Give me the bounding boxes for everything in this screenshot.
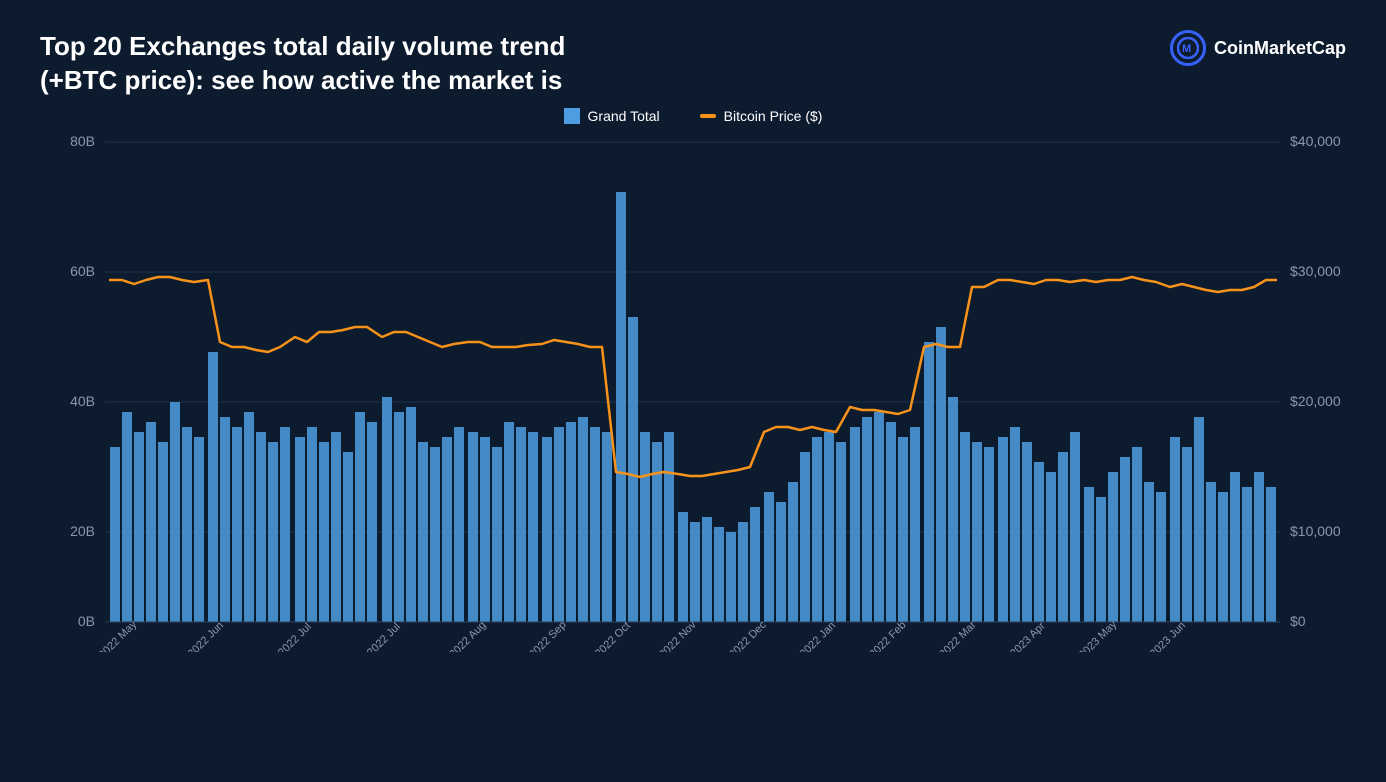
svg-text:2022 Jan: 2022 Jan — [798, 619, 838, 651]
svg-text:0B: 0B — [78, 613, 95, 629]
svg-text:$20,000: $20,000 — [1290, 393, 1341, 409]
svg-text:2022 Jun: 2022 Jun — [186, 619, 226, 651]
chart-legend: Grand Total Bitcoin Price ($) — [40, 108, 1346, 124]
svg-text:2022 Mar: 2022 Mar — [937, 619, 979, 652]
svg-text:M: M — [1182, 43, 1191, 55]
svg-text:80B: 80B — [70, 133, 95, 149]
brand-logo-area: M CoinMarketCap — [1170, 30, 1346, 66]
svg-text:2022 Sep: 2022 Sep — [527, 619, 569, 652]
chart-title: Top 20 Exchanges total daily volume tren… — [40, 30, 565, 98]
svg-text:2022 Jul: 2022 Jul — [365, 621, 403, 652]
coinmarketcap-logo: M — [1170, 30, 1206, 66]
legend-btc-price: Bitcoin Price ($) — [700, 108, 823, 124]
brand-name: CoinMarketCap — [1214, 38, 1346, 59]
chart-plot-area: 80B 60B 40B 20B 0B $40,000 $30,000 $20,0… — [40, 132, 1346, 652]
svg-text:2022 Feb: 2022 Feb — [867, 619, 908, 652]
svg-text:2022 Dec: 2022 Dec — [727, 618, 769, 651]
svg-text:2023 May: 2023 May — [1077, 618, 1120, 652]
svg-text:40B: 40B — [70, 393, 95, 409]
svg-text:2022 May: 2022 May — [97, 618, 140, 652]
grand-total-label: Grand Total — [588, 108, 660, 124]
svg-text:$40,000: $40,000 — [1290, 133, 1341, 149]
chart-container: Top 20 Exchanges total daily volume tren… — [0, 0, 1386, 782]
btc-price-swatch — [700, 114, 716, 118]
svg-text:2022 Jul: 2022 Jul — [276, 621, 314, 652]
svg-text:2023 Jun: 2023 Jun — [1148, 619, 1188, 651]
svg-text:20B: 20B — [70, 523, 95, 539]
svg-text:2023 Apr: 2023 Apr — [1008, 619, 1048, 651]
svg-text:2022 Aug: 2022 Aug — [447, 619, 488, 652]
legend-grand-total: Grand Total — [564, 108, 660, 124]
btc-price-label: Bitcoin Price ($) — [724, 108, 823, 124]
svg-text:2022 Nov: 2022 Nov — [657, 618, 699, 651]
svg-text:60B: 60B — [70, 263, 95, 279]
svg-text:$10,000: $10,000 — [1290, 523, 1341, 539]
svg-text:$30,000: $30,000 — [1290, 263, 1341, 279]
svg-text:2022 Oct: 2022 Oct — [593, 619, 633, 651]
svg-text:$0: $0 — [1290, 613, 1306, 629]
grand-total-swatch — [564, 108, 580, 124]
chart-svg: 80B 60B 40B 20B 0B $40,000 $30,000 $20,0… — [40, 132, 1346, 652]
header: Top 20 Exchanges total daily volume tren… — [40, 30, 1346, 98]
